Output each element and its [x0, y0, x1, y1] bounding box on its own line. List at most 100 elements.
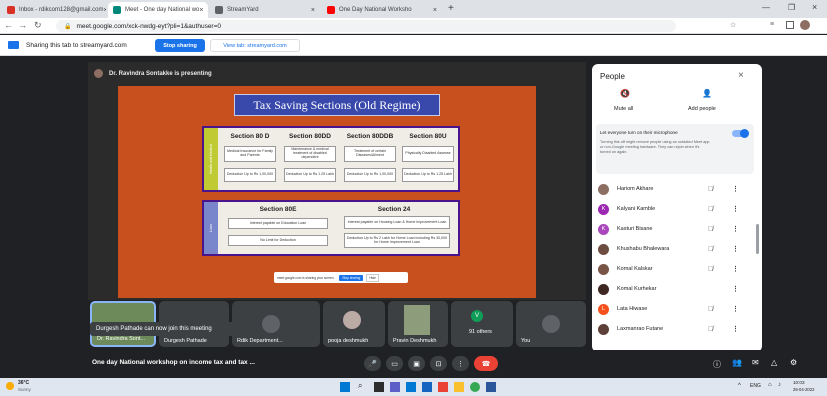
video-feed: [404, 305, 430, 335]
browser-tab-strip: Inbox - rdikcom128@gmail.com × Meet - On…: [0, 0, 827, 18]
chat-icon[interactable]: ✉: [752, 358, 759, 367]
close-icon[interactable]: ×: [199, 7, 203, 14]
mic-off-icon[interactable]: 🎙̸: [708, 306, 713, 313]
forward-icon[interactable]: →: [18, 20, 27, 30]
participant-name: Laxmanrao Futane: [617, 326, 664, 332]
tab-youtube[interactable]: One Day National Worksho ×: [322, 2, 442, 18]
file-explorer-icon[interactable]: [454, 382, 464, 392]
close-icon[interactable]: ×: [433, 7, 437, 14]
activities-icon[interactable]: △: [771, 358, 777, 367]
slide-title: Tax Saving Sections (Old Regime): [234, 94, 440, 116]
section-heading: Section 80DD: [289, 133, 331, 140]
back-icon[interactable]: ←: [4, 20, 13, 30]
task-view-icon[interactable]: [374, 382, 384, 392]
participant-tile[interactable]: Rdik Department...: [232, 301, 320, 347]
view-tab-button[interactable]: View tab: streamyard.com: [210, 39, 300, 52]
scrollbar[interactable]: [756, 224, 759, 254]
participant-tile[interactable]: Pravin Deshmukh: [388, 301, 448, 347]
more-options-icon[interactable]: ⋮: [732, 305, 739, 313]
clock-time[interactable]: 10:03: [793, 380, 805, 385]
star-icon[interactable]: ☆: [730, 21, 736, 29]
tab-meet[interactable]: Meet - One day National wo ×: [108, 2, 208, 18]
participant-row[interactable]: K Kasturi Bisane 🎙̸ ⋮: [598, 220, 750, 238]
camera-button[interactable]: ▭: [386, 356, 403, 371]
store-icon[interactable]: [422, 382, 432, 392]
people-icon[interactable]: 👥: [732, 358, 742, 367]
url-field[interactable]: 🔒 meet.google.com/xck-nwdg-eyt?pli=1&aut…: [56, 20, 676, 32]
participant-row[interactable]: Laxmanrao Futane 🎙̸ ⋮: [598, 320, 750, 338]
captions-button[interactable]: ▣: [408, 356, 425, 371]
mute-all-button[interactable]: Mute all: [614, 106, 633, 112]
others-tile[interactable]: V 91 others: [451, 301, 513, 347]
more-options-icon[interactable]: ⋮: [732, 285, 739, 293]
word-icon[interactable]: [486, 382, 496, 392]
reload-icon[interactable]: ↻: [34, 20, 42, 31]
host-controls-icon[interactable]: ⚙: [790, 358, 797, 367]
more-options-button[interactable]: ⋮: [452, 356, 469, 371]
volume-icon[interactable]: ♪: [778, 382, 781, 388]
end-call-icon: ☎: [481, 360, 491, 368]
more-options-icon[interactable]: ⋮: [732, 185, 739, 193]
start-icon[interactable]: [340, 382, 350, 392]
participant-row[interactable]: Khushabu Bhalewara 🎙̸ ⋮: [598, 240, 750, 258]
participant-row[interactable]: K Kalyani Kamble 🎙̸ ⋮: [598, 200, 750, 218]
participant-row[interactable]: Komal Kurhekar ⋮: [598, 280, 750, 298]
avatar: [262, 315, 280, 333]
screen-share-icon: [8, 41, 19, 49]
maximize-icon[interactable]: ❐: [788, 3, 795, 12]
mic-off-icon[interactable]: 🎙̸: [708, 246, 713, 253]
close-icon[interactable]: ×: [311, 7, 315, 14]
more-options-icon[interactable]: ⋮: [732, 265, 739, 273]
health-sections-box: Health and Medical Section 80 D Section …: [202, 126, 460, 192]
more-options-icon[interactable]: ⋮: [732, 325, 739, 333]
slide-stop-sharing-button[interactable]: Stop sharing: [339, 274, 364, 281]
microphone-toggle[interactable]: [732, 129, 749, 138]
clock-date[interactable]: 26-04-2022: [793, 387, 814, 392]
present-button[interactable]: ⊡: [430, 356, 447, 371]
avatar[interactable]: [800, 20, 810, 30]
self-tile[interactable]: You: [516, 301, 586, 347]
avatar: [343, 311, 361, 329]
leave-call-button[interactable]: ☎: [474, 356, 498, 371]
mic-off-icon[interactable]: 🎙̸: [708, 266, 713, 273]
close-icon[interactable]: ×: [738, 70, 744, 81]
tab-streamyard[interactable]: StreamYard ×: [210, 2, 320, 18]
mic-off-icon[interactable]: 🎙̸: [708, 186, 713, 193]
close-window-icon[interactable]: ×: [812, 2, 817, 12]
mic-off-icon[interactable]: 🎙̸: [708, 326, 713, 333]
more-options-icon[interactable]: ⋮: [732, 245, 739, 253]
network-icon[interactable]: ⌂: [768, 382, 772, 388]
participant-tile[interactable]: pooja deshmukh: [323, 301, 385, 347]
mic-button[interactable]: 🎤: [364, 356, 381, 371]
participant-name: Lata Hiwase: [617, 306, 648, 312]
more-options-icon[interactable]: ⋮: [732, 205, 739, 213]
stop-sharing-button[interactable]: Stop sharing: [155, 39, 205, 52]
windows-taskbar: 36°C Sunny ⌕ ^ ENG ⌂ ♪ 10:03 26-04-2022: [0, 378, 827, 396]
info-icon[interactable]: ⓘ: [713, 359, 721, 370]
language-indicator[interactable]: ENG: [750, 383, 761, 389]
minimize-icon[interactable]: —: [762, 3, 770, 12]
participant-row[interactable]: Hariom Akhare 🎙̸ ⋮: [598, 180, 750, 198]
avatar: V: [471, 310, 483, 322]
chrome-icon[interactable]: [470, 382, 480, 392]
mic-off-icon[interactable]: 🎙̸: [708, 226, 713, 233]
edge-icon[interactable]: [406, 382, 416, 392]
mail-icon[interactable]: [438, 382, 448, 392]
close-icon[interactable]: ×: [103, 7, 106, 14]
tab-inbox[interactable]: Inbox - rdikcom128@gmail.com ×: [2, 2, 106, 18]
add-people-button[interactable]: Add people: [688, 106, 716, 112]
extensions-icon[interactable]: ≡: [770, 21, 774, 28]
avatar: K: [598, 203, 609, 215]
participant-row[interactable]: Komal Kalskar 🎙̸ ⋮: [598, 260, 750, 278]
mic-off-icon[interactable]: 🎙̸: [708, 206, 713, 213]
chat-app-icon[interactable]: [390, 382, 400, 392]
search-icon[interactable]: ⌕: [358, 381, 362, 391]
avatar: K: [598, 223, 609, 235]
slide-hide-button[interactable]: Hide: [366, 273, 379, 282]
sidebar-icon[interactable]: [786, 21, 794, 29]
participant-row[interactable]: L Lata Hiwase 🎙̸ ⋮: [598, 300, 750, 318]
new-tab-icon[interactable]: +: [448, 3, 454, 14]
chevron-up-icon[interactable]: ^: [738, 383, 741, 389]
microphone-permission-box: Let everyone turn on their microphone Tu…: [596, 124, 754, 174]
more-options-icon[interactable]: ⋮: [732, 225, 739, 233]
